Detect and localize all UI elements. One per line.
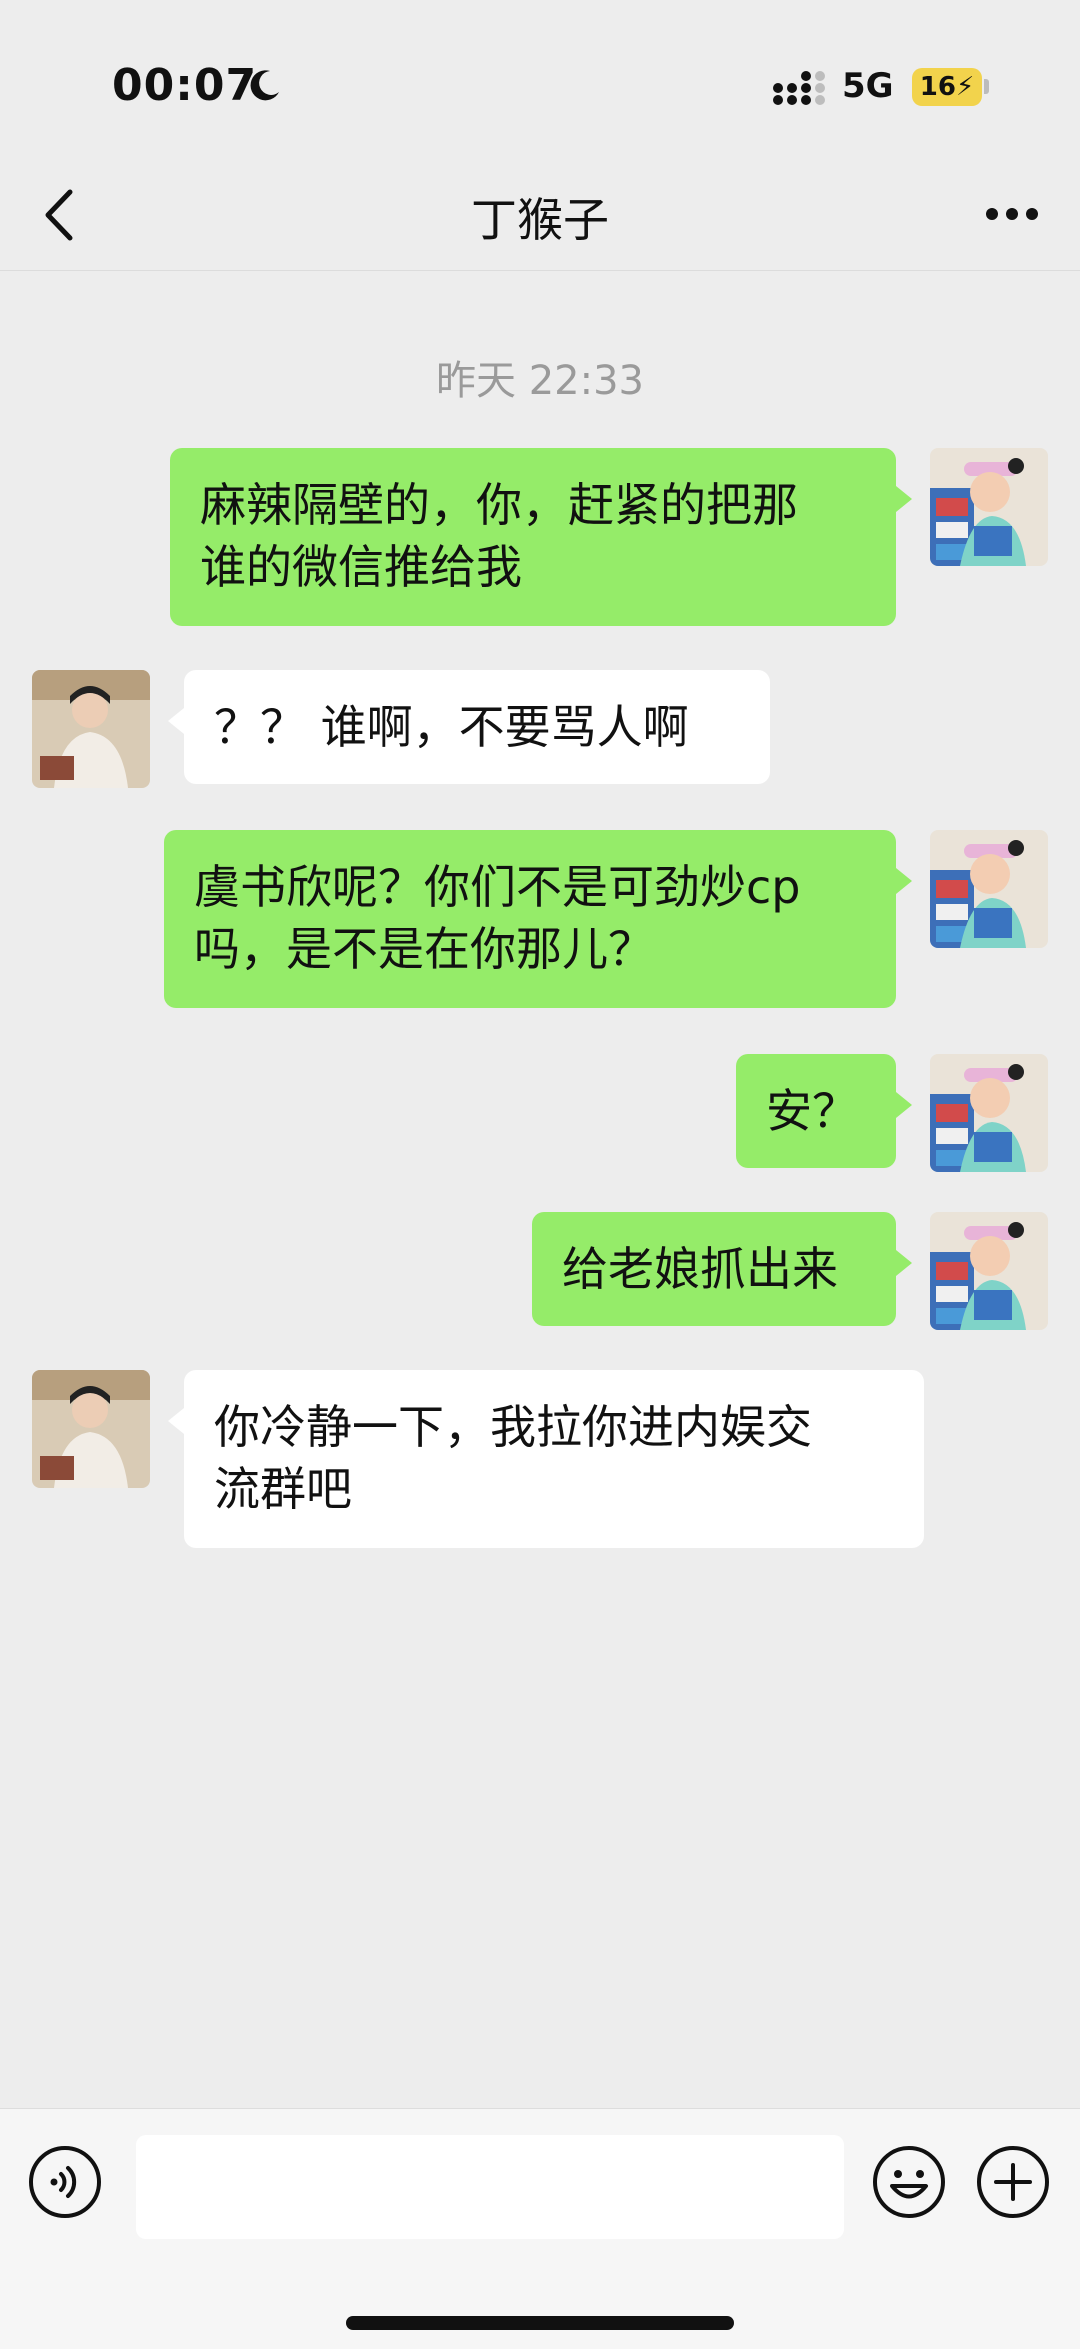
message-line: 流群吧: [214, 1462, 352, 1516]
battery-cap: [984, 79, 989, 94]
moon-icon: [250, 70, 279, 101]
message-line: 吗，是不是在你那儿？: [194, 922, 654, 976]
message-bubble-other[interactable]: ？？ 谁啊，不要骂人啊: [168, 670, 770, 784]
home-indicator[interactable]: [346, 2316, 734, 2330]
message-line: 麻辣隔壁的，你，赶紧的把那: [200, 478, 798, 532]
self-avatar[interactable]: [930, 448, 1048, 566]
message-line: 你冷静一下，我拉你进内娱交: [214, 1400, 812, 1454]
message-timestamp: 昨天 22:33: [436, 358, 644, 404]
nav-bar: 丁猴子: [0, 160, 1080, 271]
self-avatar-image: [930, 830, 1048, 948]
self-avatar-image: [930, 1212, 1048, 1330]
message-input[interactable]: [136, 2135, 844, 2239]
contact-avatar-image: [32, 670, 150, 788]
contact-avatar[interactable]: [32, 670, 150, 788]
contact-avatar[interactable]: [32, 1370, 150, 1488]
self-avatar-image: [930, 1054, 1048, 1172]
chat-title: 丁猴子: [471, 193, 609, 247]
message-line: 虞书欣呢？你们不是可劲炒cp: [194, 860, 801, 914]
status-time: 00:07: [112, 60, 258, 111]
message-line: 安？: [766, 1084, 858, 1138]
bolt-icon: ⚡: [955, 72, 975, 102]
network-label: 5G: [842, 66, 894, 106]
emoji-icon[interactable]: [872, 2145, 946, 2219]
message-line: 谁的微信推给我: [200, 540, 522, 594]
battery-level: 16: [919, 72, 956, 102]
message-bubble-other[interactable]: 你冷静一下，我拉你进内娱交 流群吧: [168, 1370, 924, 1548]
input-bar: [0, 2108, 1080, 2349]
message-line: ？？ 谁啊，不要骂人啊: [214, 700, 689, 754]
self-avatar[interactable]: [930, 830, 1048, 948]
self-avatar[interactable]: [930, 1054, 1048, 1172]
self-avatar-image: [930, 448, 1048, 566]
signal-icon: [773, 71, 825, 105]
message-bubble-self[interactable]: 麻辣隔壁的，你，赶紧的把那 谁的微信推给我: [170, 448, 912, 626]
message-line: 给老娘抓出来: [562, 1242, 838, 1296]
contact-avatar-image: [32, 1370, 150, 1488]
self-avatar[interactable]: [930, 1212, 1048, 1330]
voice-icon[interactable]: [28, 2145, 102, 2219]
message-bubble-self[interactable]: 安？: [736, 1054, 912, 1168]
message-bubble-self[interactable]: 给老娘抓出来: [532, 1212, 912, 1326]
battery-charging-icon: 16 ⚡: [912, 68, 982, 106]
message-bubble-self[interactable]: 虞书欣呢？你们不是可劲炒cp 吗，是不是在你那儿？: [164, 830, 912, 1008]
status-bar: 00:07 5G 16 ⚡: [0, 0, 1080, 160]
plus-icon[interactable]: [976, 2145, 1050, 2219]
more-icon[interactable]: [984, 206, 1040, 222]
